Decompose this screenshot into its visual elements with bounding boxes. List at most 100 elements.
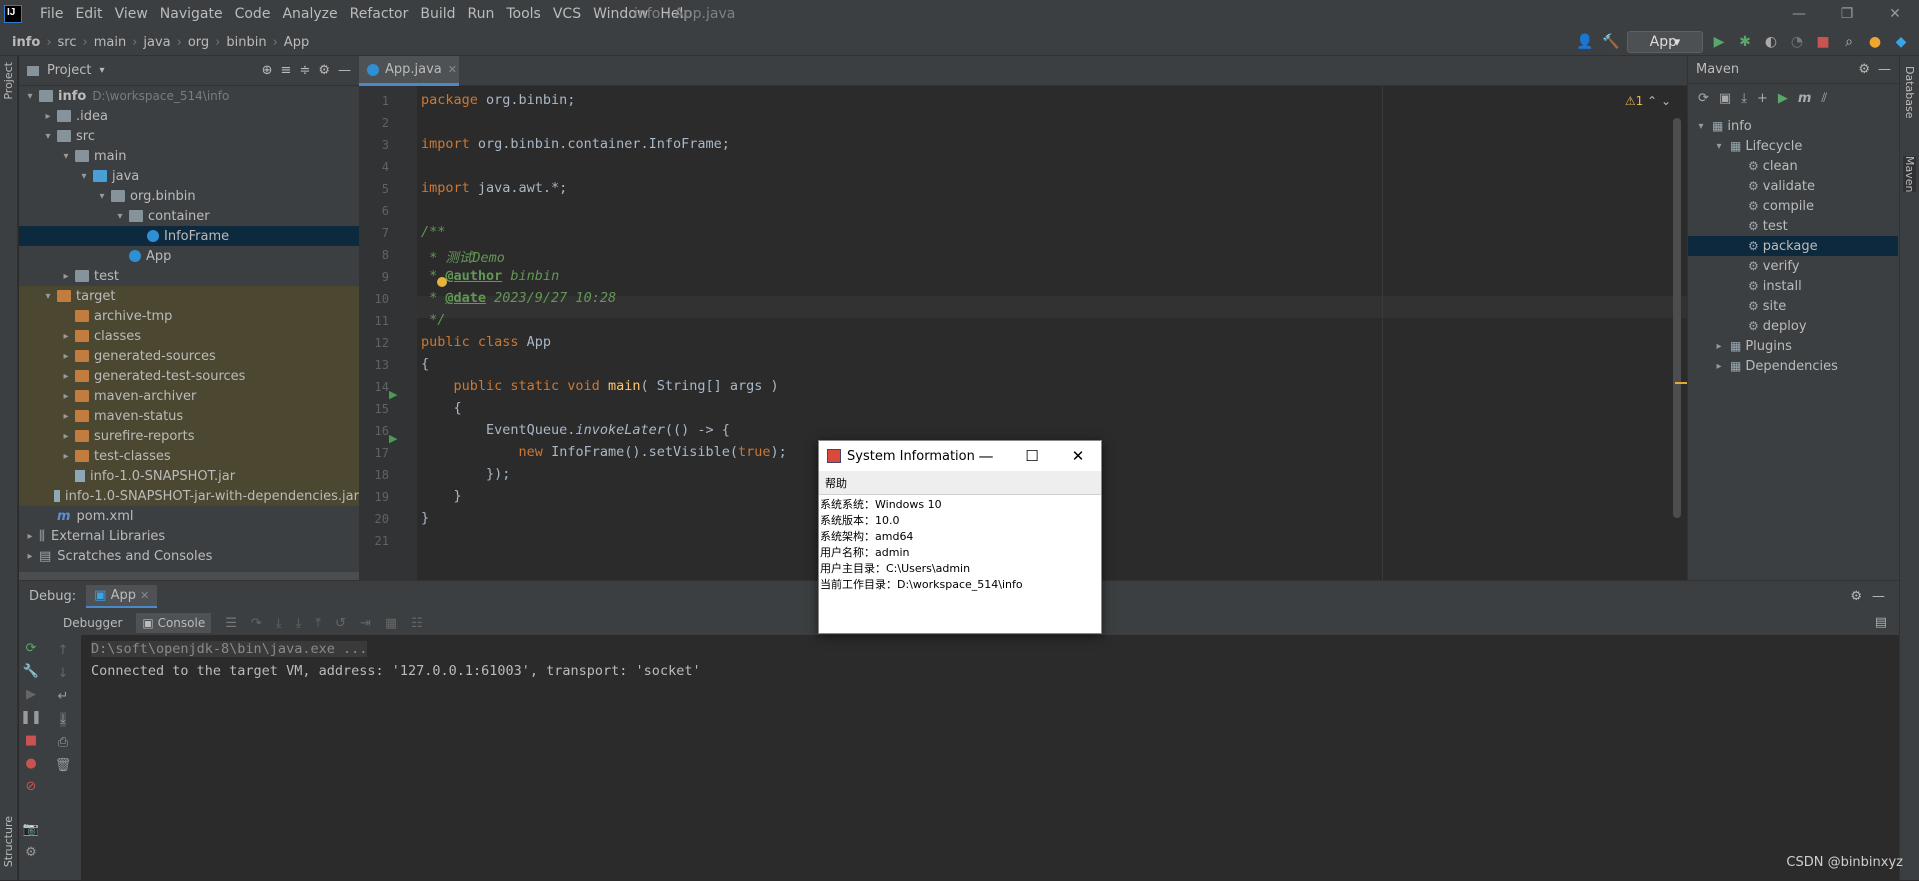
- step-over-icon[interactable]: ↷: [251, 616, 262, 631]
- run-configuration-select[interactable]: App ▾: [1627, 31, 1703, 53]
- tree-item-surefire-reports[interactable]: ▸surefire-reports: [19, 426, 359, 446]
- tree-item-target[interactable]: ▾target: [19, 286, 359, 306]
- tree-item-app[interactable]: App: [19, 246, 359, 266]
- gear-icon[interactable]: ⚙: [1850, 589, 1862, 604]
- evaluate-icon[interactable]: ▦: [385, 616, 397, 631]
- tree-item-external-libraries[interactable]: ▸⫼External Libraries: [19, 526, 359, 546]
- menu-item-run[interactable]: Run: [462, 6, 501, 22]
- chevron-down-icon[interactable]: ▾: [77, 171, 91, 182]
- drop-frame-icon[interactable]: ↺: [335, 616, 346, 631]
- minimize-icon[interactable]: —: [1775, 0, 1823, 28]
- tree-item-pom-xml[interactable]: mpom.xml: [19, 506, 359, 526]
- tab-console[interactable]: ▣ Console: [136, 613, 211, 633]
- error-stripe-marker[interactable]: [1675, 382, 1687, 384]
- maven-item-site[interactable]: ⚙site: [1688, 296, 1898, 316]
- tree-item-org-binbin[interactable]: ▾org.binbin: [19, 186, 359, 206]
- layout-icon[interactable]: ▤: [1875, 615, 1887, 630]
- step-out-icon[interactable]: ⤒: [315, 616, 321, 631]
- run-gutter-icon[interactable]: ▶: [389, 432, 397, 445]
- chevron-right-icon[interactable]: ▸: [59, 411, 73, 422]
- structure-tool-button[interactable]: Structure: [2, 816, 15, 867]
- run-icon[interactable]: ▶: [1778, 91, 1788, 106]
- print-icon[interactable]: ⎙: [58, 735, 68, 750]
- breadcrumb-item[interactable]: main: [94, 35, 126, 50]
- tree-item-info-1-0-snapshot-jar[interactable]: info-1.0-SNAPSHOT.jar: [19, 466, 359, 486]
- menu-item-vcs[interactable]: VCS: [547, 6, 587, 22]
- toggle-offline-icon[interactable]: ⫽: [1821, 91, 1827, 106]
- expand-all-icon[interactable]: ≡: [281, 63, 292, 78]
- breadcrumb-item[interactable]: src: [58, 35, 77, 50]
- chevron-down-icon[interactable]: ▾: [95, 191, 109, 202]
- chevron-right-icon[interactable]: ▸: [41, 111, 55, 122]
- chevron-down-icon[interactable]: ▾: [41, 131, 55, 142]
- plugin-icon[interactable]: ◆: [1891, 32, 1911, 52]
- tree-item-infoframe[interactable]: InfoFrame: [19, 226, 359, 246]
- console-output[interactable]: D:\soft\openjdk-8\bin\java.exe ... Conne…: [81, 635, 1899, 881]
- debug-bug-icon[interactable]: ✱: [1735, 32, 1755, 52]
- minimize-icon[interactable]: —: [963, 441, 1009, 471]
- run-icon[interactable]: ▶: [1709, 32, 1729, 52]
- tree-item-maven-archiver[interactable]: ▸maven-archiver: [19, 386, 359, 406]
- maven-item-validate[interactable]: ⚙validate: [1688, 176, 1898, 196]
- breadcrumb-item[interactable]: org: [188, 35, 209, 50]
- tree-item-info[interactable]: ▾infoD:\workspace_514\info: [19, 86, 359, 106]
- close-icon[interactable]: ✕: [1871, 0, 1919, 28]
- step-into-icon[interactable]: ⤓: [276, 616, 282, 631]
- menu-item-navigate[interactable]: Navigate: [154, 6, 229, 22]
- maven-item-lifecycle[interactable]: ▾▦Lifecycle: [1688, 136, 1898, 156]
- menu-item-edit[interactable]: Edit: [69, 6, 108, 22]
- hide-icon[interactable]: —: [1872, 589, 1885, 604]
- chevron-right-icon[interactable]: ▸: [23, 551, 37, 562]
- maven-item-verify[interactable]: ⚙verify: [1688, 256, 1898, 276]
- chevron-down-icon[interactable]: ▾: [23, 91, 37, 102]
- chevron-right-icon[interactable]: ▸: [59, 331, 73, 342]
- user-icon[interactable]: 👤: [1575, 32, 1595, 52]
- lightbulb-icon[interactable]: [437, 277, 447, 287]
- hide-icon[interactable]: —: [1878, 62, 1891, 77]
- tree-item-maven-status[interactable]: ▸maven-status: [19, 406, 359, 426]
- tree-item-info-1-0-snapshot-jar-with-dependencies-jar[interactable]: info-1.0-SNAPSHOT-jar-with-dependencies.…: [19, 486, 359, 506]
- add-folder-icon[interactable]: ▣: [1719, 91, 1731, 106]
- maven-item-clean[interactable]: ⚙clean: [1688, 156, 1898, 176]
- chevron-right-icon[interactable]: ▸: [59, 271, 73, 282]
- restore-icon[interactable]: ❐: [1823, 0, 1871, 28]
- tree-item-generated-sources[interactable]: ▸generated-sources: [19, 346, 359, 366]
- reload-icon[interactable]: ⟳: [1698, 91, 1709, 106]
- gear-icon[interactable]: ⚙: [25, 845, 37, 860]
- maven-tool-button[interactable]: Maven: [1903, 156, 1916, 192]
- project-panel-title[interactable]: Project: [47, 63, 91, 78]
- collapse-all-icon[interactable]: ≑: [299, 63, 310, 78]
- database-tool-button[interactable]: Database: [1903, 66, 1916, 119]
- menu-item-analyze[interactable]: Analyze: [276, 6, 343, 22]
- maximize-icon[interactable]: ☐: [1009, 441, 1055, 471]
- stop-icon[interactable]: ■: [1813, 32, 1833, 52]
- breadcrumb-item[interactable]: App: [284, 35, 309, 50]
- menu-item-tools[interactable]: Tools: [500, 6, 547, 22]
- chevron-right-icon[interactable]: ▸: [59, 351, 73, 362]
- chevron-down-icon[interactable]: ▾: [59, 151, 73, 162]
- help-menu[interactable]: 帮助: [825, 475, 847, 491]
- settings-wrench-icon[interactable]: 🔧: [23, 664, 39, 679]
- rerun-icon[interactable]: ⟳: [26, 641, 37, 656]
- soft-wrap-icon[interactable]: ↵: [58, 689, 69, 704]
- update-icon[interactable]: ●: [1865, 32, 1885, 52]
- arrow-down-icon[interactable]: ↓: [58, 666, 69, 681]
- chevron-right-icon[interactable]: ▸: [1712, 341, 1726, 352]
- chevron-right-icon[interactable]: ▸: [59, 451, 73, 462]
- editor-scrollbar[interactable]: [1673, 118, 1681, 518]
- trash-icon[interactable]: 🗑: [55, 758, 72, 773]
- maven-item-compile[interactable]: ⚙compile: [1688, 196, 1898, 216]
- chevron-right-icon[interactable]: ▸: [59, 391, 73, 402]
- maven-item-plugins[interactable]: ▸▦Plugins: [1688, 336, 1898, 356]
- arrow-up-icon[interactable]: ↑: [58, 643, 69, 658]
- camera-icon[interactable]: 📷: [23, 822, 39, 837]
- chevron-down-icon[interactable]: ▾: [41, 291, 55, 302]
- maven-item-dependencies[interactable]: ▸▦Dependencies: [1688, 356, 1898, 376]
- stop-icon[interactable]: ■: [25, 733, 37, 748]
- tree-item-test[interactable]: ▸test: [19, 266, 359, 286]
- tree-item-classes[interactable]: ▸classes: [19, 326, 359, 346]
- add-icon[interactable]: +: [1757, 91, 1768, 106]
- chevron-right-icon[interactable]: ▸: [23, 531, 37, 542]
- chevron-down-icon[interactable]: ▾: [1694, 121, 1708, 132]
- tree-item--idea[interactable]: ▸.idea: [19, 106, 359, 126]
